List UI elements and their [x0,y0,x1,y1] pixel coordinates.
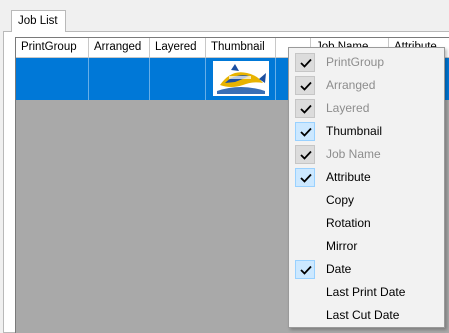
menu-item-label: Last Cut Date [326,308,400,322]
cell-printgroup [16,58,89,100]
menu-item-copy[interactable]: Copy [289,189,444,212]
menu-item-layered[interactable]: Layered [289,97,444,120]
menu-item-date[interactable]: Date [289,258,444,281]
menu-item-label: Layered [326,101,370,115]
job-thumbnail-image [213,61,269,96]
menu-item-label: Mirror [326,239,358,253]
menu-item-label: Date [326,262,352,276]
cell-layered [150,58,206,100]
menu-item-last-cut-date[interactable]: Last Cut Date [289,304,444,327]
column-header-layered[interactable]: Layered [150,38,206,57]
menu-item-label: Last Print Date [326,285,406,299]
cell-thumbnail [206,58,276,100]
menu-item-label: Job Name [326,147,381,161]
checkmark-icon [295,76,315,95]
menu-item-printgroup[interactable]: PrintGroup [289,51,444,74]
column-header-printgroup[interactable]: PrintGroup [16,38,89,57]
menu-item-label: Copy [326,193,355,207]
column-header-thumbnail[interactable]: Thumbnail [206,38,276,57]
menu-item-mirror[interactable]: Mirror [289,235,444,258]
menu-item-rotation[interactable]: Rotation [289,212,444,235]
checkmark-icon [295,53,315,72]
menu-item-label: Arranged [326,78,376,92]
menu-item-attribute[interactable]: Attribute [289,166,444,189]
checkmark-icon [295,145,315,164]
checkmark-icon [295,99,315,118]
cell-arranged [89,58,150,100]
menu-item-thumbnail[interactable]: Thumbnail [289,120,444,143]
checkmark-icon [295,122,315,141]
menu-item-job-name[interactable]: Job Name [289,143,444,166]
menu-item-label: Thumbnail [326,124,383,138]
column-header-arranged[interactable]: Arranged [89,38,150,57]
tab-job-list-label: Job List [18,15,58,27]
menu-item-arranged[interactable]: Arranged [289,74,444,97]
column-visibility-context-menu: PrintGroup Arranged Layered Thumbnail Jo… [288,47,445,328]
checkmark-icon [295,260,315,279]
tab-job-list[interactable]: Job List [11,10,66,32]
menu-item-last-print-date[interactable]: Last Print Date [289,281,444,304]
menu-item-label: PrintGroup [326,55,385,69]
checkmark-icon [295,168,315,187]
menu-item-label: Rotation [326,216,371,230]
menu-item-label: Attribute [326,170,371,184]
